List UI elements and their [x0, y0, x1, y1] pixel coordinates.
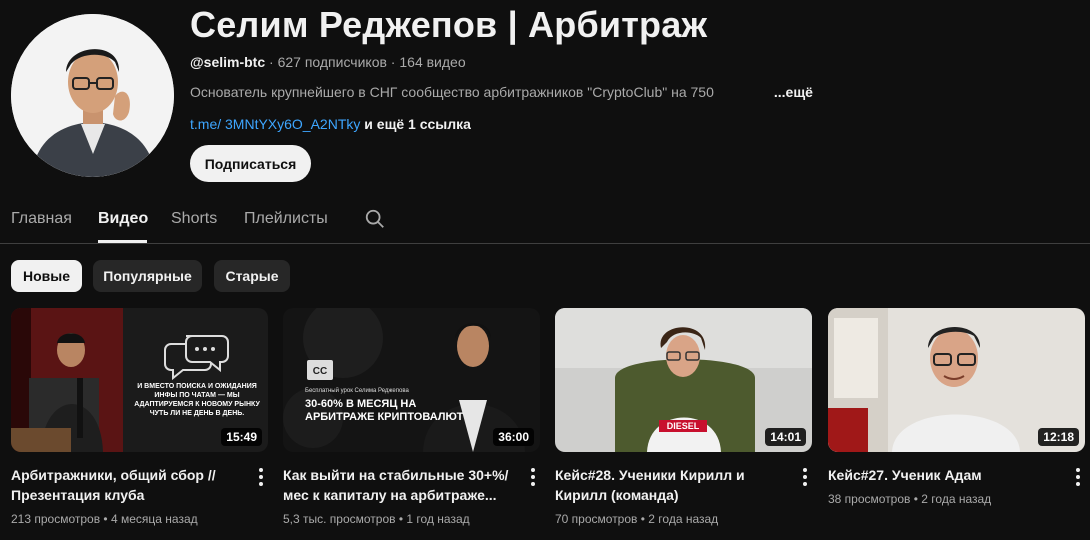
telegram-link[interactable]: t.me/ 3MNtYXy6O_A2NTky: [190, 116, 360, 132]
video-age: 1 год назад: [406, 512, 470, 526]
video-card[interactable]: DIESEL 14:01 Кейс#28. Ученики Кирилл и К…: [555, 308, 812, 526]
more-vert-icon[interactable]: [1072, 468, 1084, 488]
video-meta: 70 просмотров • 2 года назад: [555, 512, 719, 526]
thumbnail-caption: И ВМЕСТО ПОИСКА И ОЖИДАНИЯ ИНФЫ ПО ЧАТАМ…: [134, 383, 260, 417]
channel-title: Селим Реджепов | Арбитраж: [190, 4, 708, 45]
video-card[interactable]: И ВМЕСТО ПОИСКА И ОЖИДАНИЯ ИНФЫ ПО ЧАТАМ…: [11, 308, 268, 526]
active-tab-indicator: [98, 240, 147, 243]
thumbnail-caption: 30-60% В МЕСЯЦ НА АРБИТРАЖЕ КРИПТОВАЛЮТ: [305, 398, 464, 423]
channel-avatar[interactable]: [11, 14, 174, 177]
video-card[interactable]: CC Бесплатный урок Селима Реджепова 30-6…: [283, 308, 540, 526]
tab-home[interactable]: Главная: [11, 210, 72, 228]
channel-description[interactable]: Основатель крупнейшего в СНГ сообщество …: [190, 84, 813, 100]
video-card[interactable]: 12:18 Кейс#27. Ученик Адам 38 просмотров…: [828, 308, 1085, 506]
more-vert-icon[interactable]: [527, 468, 539, 488]
video-title[interactable]: Арбитражники, общий сбор // Презентация …: [11, 465, 241, 505]
video-title[interactable]: Как выйти на стабильные 30+%/мес к капит…: [283, 465, 513, 505]
video-meta: 38 просмотров • 2 года назад: [828, 492, 992, 506]
chip-newest[interactable]: Новые: [11, 260, 82, 292]
video-views: 5,3 тыс. просмотров: [283, 512, 396, 526]
video-views: 213 просмотров: [11, 512, 101, 526]
video-count: 164 видео: [399, 54, 466, 70]
chip-oldest[interactable]: Старые: [214, 260, 290, 292]
chip-popular[interactable]: Популярные: [93, 260, 202, 292]
description-text: Основатель крупнейшего в СНГ сообщество …: [190, 84, 714, 100]
tab-videos[interactable]: Видео: [98, 210, 148, 228]
meta-separator: ·: [265, 54, 278, 70]
tab-playlists[interactable]: Плейлисты: [244, 210, 328, 228]
subscribe-button[interactable]: Подписаться: [190, 145, 311, 182]
more-link[interactable]: ...ещё: [774, 84, 813, 100]
video-age: 2 года назад: [648, 512, 719, 526]
more-vert-icon[interactable]: [255, 468, 267, 488]
video-meta: 213 просмотров • 4 месяца назад: [11, 512, 198, 526]
more-vert-icon[interactable]: [799, 468, 811, 488]
video-duration: 14:01: [765, 428, 806, 446]
video-views: 38 просмотров: [828, 492, 911, 506]
video-duration: 36:00: [493, 428, 534, 446]
video-views: 70 просмотров: [555, 512, 638, 526]
thumbnail-caption: DIESEL: [666, 421, 700, 431]
video-title[interactable]: Кейс#27. Ученик Адам: [828, 465, 1058, 485]
avatar-image: [11, 14, 174, 177]
channel-handle: @selim-btc: [190, 54, 266, 70]
svg-text:CC: CC: [313, 366, 327, 377]
video-thumbnail[interactable]: 12:18: [828, 308, 1085, 452]
subscriber-count: 627 подписчиков: [277, 54, 387, 70]
channel-tabs: Главная Видео Shorts Плейлисты: [0, 200, 1090, 244]
channel-links: t.me/ 3MNtYXy6O_A2NTky и ещё 1 ссылка: [190, 116, 471, 132]
video-age: 2 года назад: [921, 492, 992, 506]
tab-shorts[interactable]: Shorts: [171, 210, 217, 228]
video-thumbnail[interactable]: CC Бесплатный урок Селима Реджепова 30-6…: [283, 308, 540, 452]
channel-meta: @selim-btc · 627 подписчиков · 164 видео: [190, 54, 466, 70]
thumbnail-subtitle: Бесплатный урок Селима Реджепова: [305, 388, 409, 394]
video-duration: 15:49: [221, 428, 262, 446]
video-title[interactable]: Кейс#28. Ученики Кирилл и Кирилл (команд…: [555, 465, 785, 505]
meta-separator: ·: [386, 54, 400, 70]
video-meta: 5,3 тыс. просмотров • 1 год назад: [283, 512, 470, 526]
search-icon[interactable]: [364, 208, 386, 230]
video-duration: 12:18: [1038, 428, 1079, 446]
more-links[interactable]: и ещё 1 ссылка: [364, 116, 471, 132]
video-age: 4 месяца назад: [110, 512, 198, 526]
video-thumbnail[interactable]: И ВМЕСТО ПОИСКА И ОЖИДАНИЯ ИНФЫ ПО ЧАТАМ…: [11, 308, 268, 452]
video-thumbnail[interactable]: DIESEL 14:01: [555, 308, 812, 452]
